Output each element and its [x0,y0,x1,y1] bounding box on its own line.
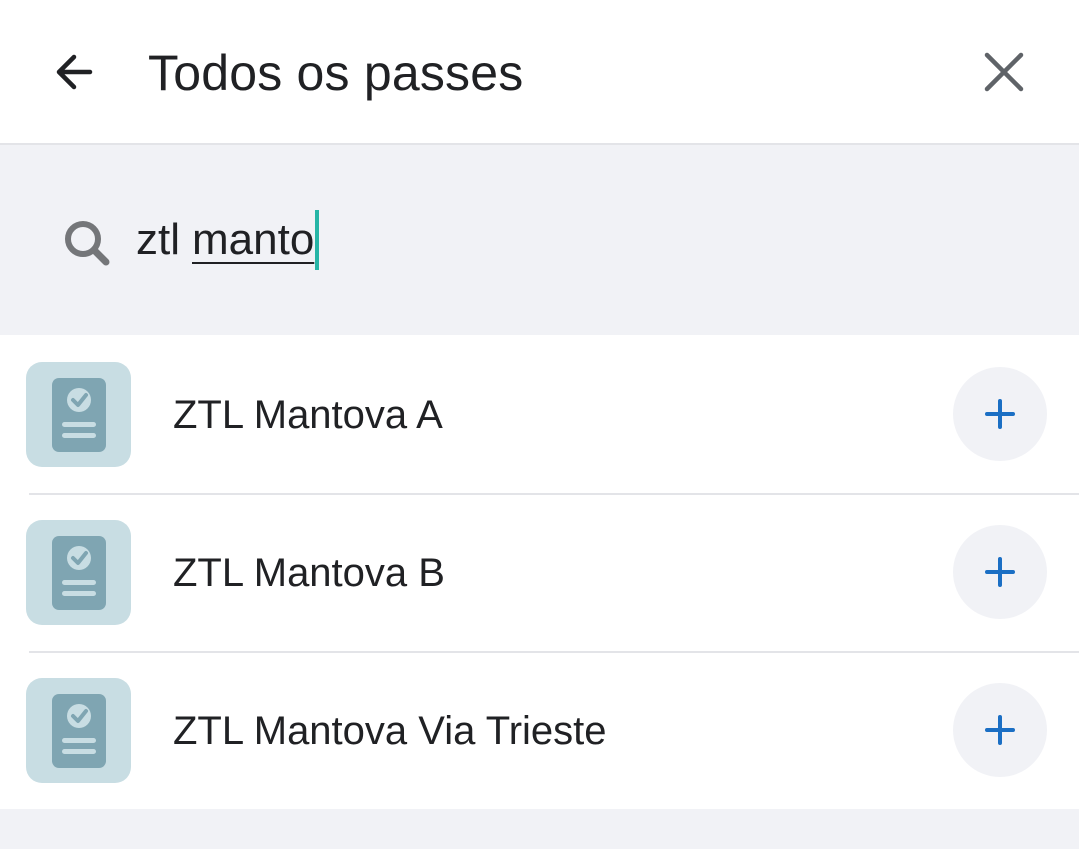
app-header: Todos os passes [0,0,1079,145]
text-caret [315,210,320,270]
pass-document-icon [26,678,131,783]
search-text-word1: ztl [136,215,180,264]
add-pass-button[interactable] [953,683,1047,777]
close-button[interactable] [970,38,1038,106]
results-list: ZTL Mantova A ZTL Mantova B ZTL Mantova … [0,335,1079,809]
page-title: Todos os passes [148,45,524,101]
list-item-label: ZTL Mantova A [173,393,443,437]
pass-document-icon [26,520,131,625]
list-item[interactable]: ZTL Mantova Via Trieste [0,651,1079,809]
search-text-word2: manto [192,215,315,264]
list-item[interactable]: ZTL Mantova B [0,493,1079,651]
search-input[interactable]: ztl manto [136,209,320,271]
arrow-left-icon [56,54,93,90]
plus-icon [985,715,1015,745]
plus-icon [985,557,1015,587]
close-icon [984,52,1024,92]
add-pass-button[interactable] [953,525,1047,619]
list-item-label: ZTL Mantova B [173,551,445,595]
list-item-label: ZTL Mantova Via Trieste [173,709,607,753]
list-item[interactable]: ZTL Mantova A [0,335,1079,493]
pass-document-icon [26,362,131,467]
add-pass-button[interactable] [953,367,1047,461]
back-button[interactable] [40,38,108,106]
search-bar: ztl manto [0,145,1079,335]
search-icon [65,221,110,266]
plus-icon [985,399,1015,429]
